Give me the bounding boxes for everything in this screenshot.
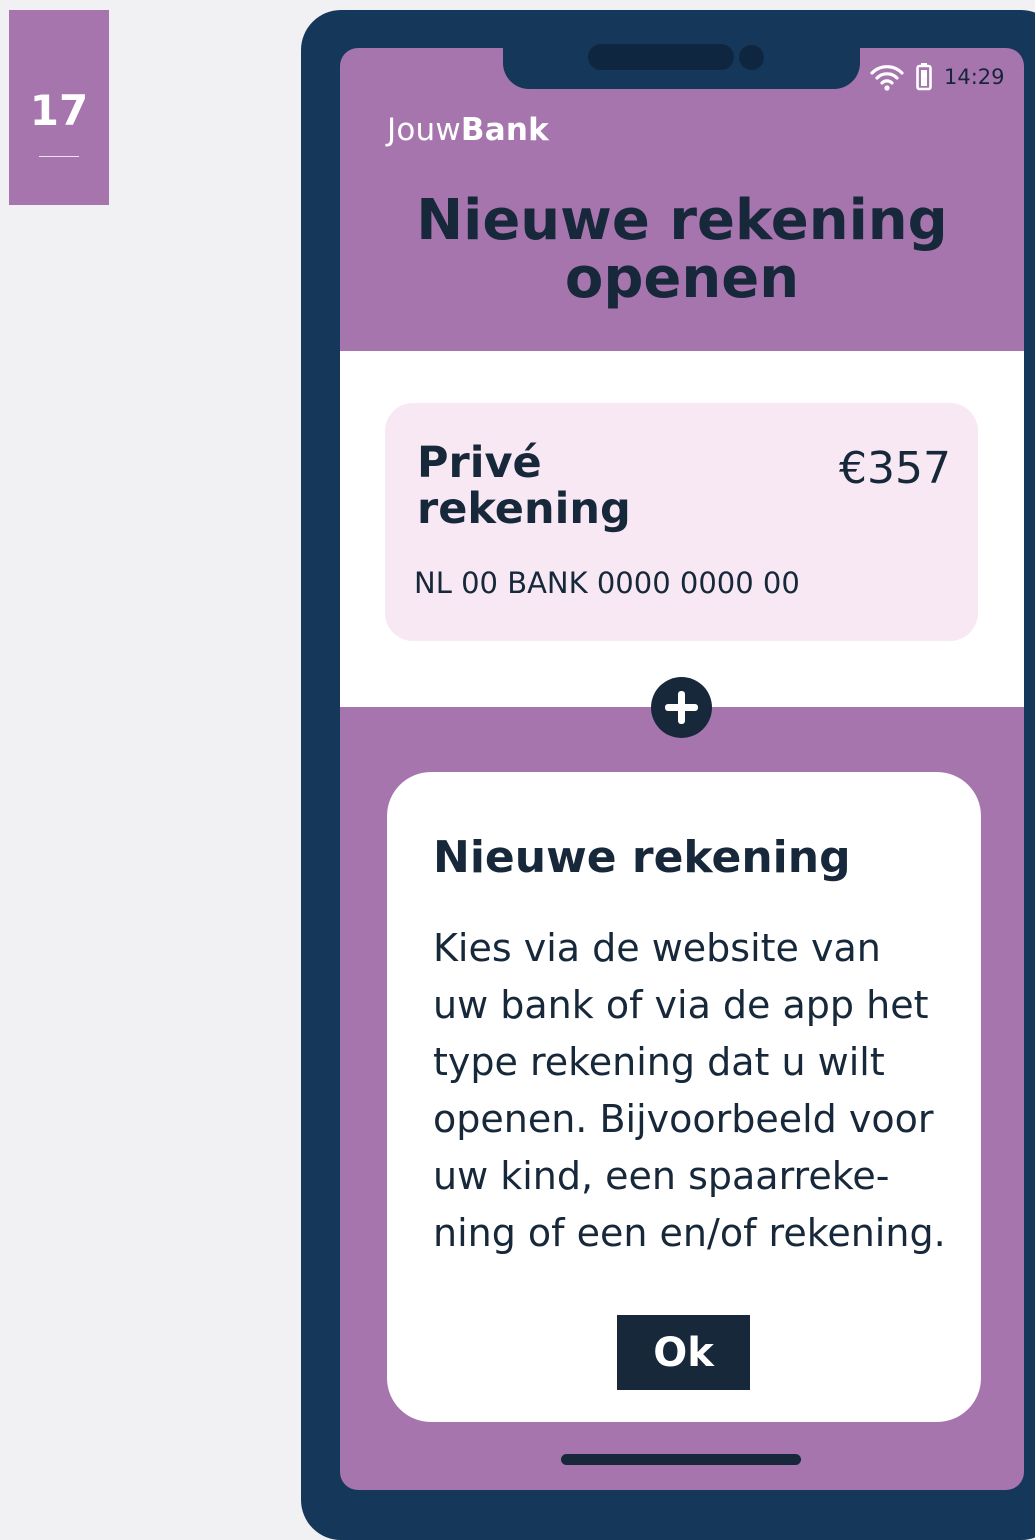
dialog-title: Nieuwe rekening — [433, 832, 851, 883]
page-number-divider — [39, 156, 79, 157]
bank-logo-prefix: Jouw — [387, 112, 461, 148]
bank-logo-suffix: Bank — [460, 112, 549, 148]
status-time: 14:29 — [944, 65, 1005, 89]
bank-logo: JouwBank — [387, 112, 549, 148]
account-iban: NL 00 BANK 0000 0000 00 — [414, 566, 800, 600]
phone-speaker — [588, 44, 734, 70]
battery-icon — [916, 63, 932, 91]
home-indicator[interactable] — [561, 1454, 801, 1465]
dialog-body: Kies via de website van uw bank of via d… — [433, 926, 946, 1255]
status-bar: 14:29 — [870, 58, 1035, 96]
account-name: Privé rekening — [417, 438, 631, 534]
plus-icon-vertical — [678, 691, 685, 724]
add-account-button[interactable] — [651, 677, 712, 738]
account-balance: €357 — [839, 443, 951, 494]
front-camera — [739, 45, 764, 70]
ok-button[interactable]: Ok — [617, 1315, 750, 1390]
page-number-badge: 17 — [9, 10, 109, 205]
wifi-icon — [870, 63, 904, 91]
page-number: 17 — [29, 86, 89, 135]
page-title: Nieuwe rekening openen — [416, 188, 948, 311]
